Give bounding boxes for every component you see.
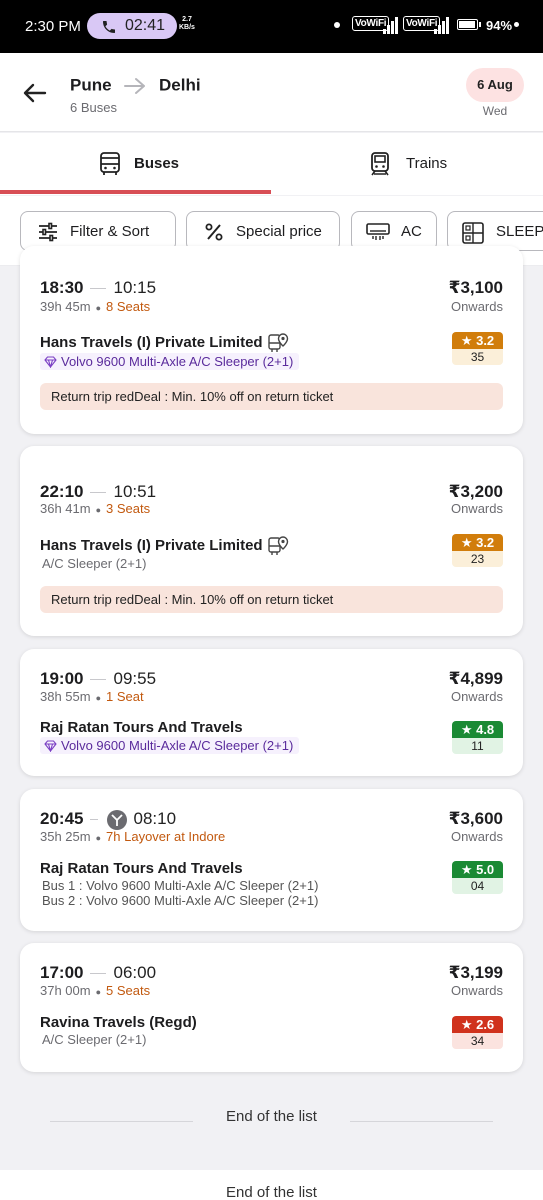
battery-icon xyxy=(457,19,481,30)
onwards-label: Onwards xyxy=(450,829,503,844)
bus-card[interactable]: 20:45 08:10 35h 25m ● 7h Layover at Indore … xyxy=(20,789,523,931)
dot-icon xyxy=(514,22,519,27)
trip-times: 19:00 09:55 xyxy=(40,669,157,688)
trip-times: 20:45 08:10 xyxy=(40,809,177,830)
price: ₹3,199 xyxy=(448,963,503,982)
phone-icon xyxy=(103,21,115,33)
price: ₹3,100 xyxy=(448,278,503,297)
operator-name: Hans Travels (I) Private Limited xyxy=(40,535,289,557)
diamond-icon xyxy=(44,356,57,370)
ac-icon xyxy=(366,223,390,240)
onwards-label: Onwards xyxy=(450,689,503,704)
call-duration: 02:41 xyxy=(125,17,166,34)
trip-times: 17:00 06:00 xyxy=(40,963,157,982)
end-of-list-label: End of the list xyxy=(226,1108,317,1125)
trip-times: 22:10 10:51 xyxy=(40,482,157,501)
chip-label: AC xyxy=(401,223,422,240)
day-label: Wed xyxy=(482,104,508,118)
network-speed: 2.7 KB/s xyxy=(179,16,195,31)
battery-percent: 94% xyxy=(486,18,513,33)
ac-chip[interactable]: AC xyxy=(351,211,437,251)
signal-icon xyxy=(434,16,452,34)
trip-times: 18:30 10:15 xyxy=(40,278,157,297)
price: ₹3,200 xyxy=(448,482,503,501)
bus-type: A/C Sleeper (2+1) xyxy=(42,1032,147,1047)
app-header: Pune Delhi 6 Buses 6 Aug Wed xyxy=(0,53,543,132)
chip-label: Filter & Sort xyxy=(70,223,150,240)
back-arrow-icon[interactable] xyxy=(20,78,50,108)
status-time: 2:30 PM xyxy=(25,18,81,35)
bus-type-premium: Volvo 9600 Multi-Axle A/C Sleeper (2+1) xyxy=(40,353,300,370)
train-icon xyxy=(371,152,389,176)
bus-card[interactable]: 22:10 10:51 36h 41m ● 3 Seats ₹3,200 Onward… xyxy=(20,446,523,636)
deal-banner[interactable]: Return trip redDeal : Min. 10% off on re… xyxy=(40,586,503,613)
divider xyxy=(350,1121,493,1122)
tab-trains[interactable]: Trains xyxy=(271,133,542,195)
bus-count: 6 Buses xyxy=(70,100,117,115)
price: ₹4,899 xyxy=(448,669,503,688)
bus-type: A/C Sleeper (2+1) xyxy=(42,556,147,571)
rating-badge: ★ 3.2 35 xyxy=(452,332,503,365)
deal-banner[interactable]: Return trip redDeal : Min. 10% off on re… xyxy=(40,383,503,410)
sliders-icon xyxy=(39,222,57,242)
price: ₹3,600 xyxy=(448,809,503,828)
layover-icon xyxy=(107,809,128,830)
bus-type-premium: Volvo 9600 Multi-Axle A/C Sleeper (2+1) xyxy=(40,737,300,754)
bottom-overlay: End of the list xyxy=(0,1170,543,1200)
trip-duration: 37h 00m ● 5 Seats xyxy=(40,983,151,998)
live-tracking-icon xyxy=(267,333,288,352)
tab-label: Buses xyxy=(134,155,180,172)
date-selector[interactable]: 6 Aug xyxy=(466,68,524,102)
filter-sort-chip[interactable]: Filter & Sort xyxy=(20,211,176,251)
rating-badge: ★ 4.8 11 xyxy=(452,721,503,754)
onwards-label: Onwards xyxy=(450,501,503,516)
percent-icon xyxy=(205,223,223,241)
bus-card[interactable]: 17:00 06:00 37h 00m ● 5 Seats ₹3,199 Onward… xyxy=(20,943,523,1072)
ongoing-call-pill[interactable]: 02:41 xyxy=(87,13,177,39)
operator-name: Hans Travels (I) Private Limited xyxy=(40,332,289,354)
trip-duration: 36h 41m ● 3 Seats xyxy=(40,501,151,516)
trip-duration: 39h 45m ● 8 Seats xyxy=(40,299,151,314)
status-bar: 2:30 PM 02:41 2.7 KB/s VoWiFi VoWiFi 94% xyxy=(0,0,543,53)
bus-leg: Bus 1 : Volvo 9600 Multi-Axle A/C Sleepe… xyxy=(42,878,319,893)
tab-label: Trains xyxy=(406,155,448,172)
bus-card[interactable]: 18:30 10:15 39h 45m ● 8 Seats ₹3,100 Onward… xyxy=(20,246,523,434)
route-title[interactable]: Pune Delhi xyxy=(70,75,201,96)
live-tracking-icon xyxy=(267,536,288,555)
rating-badge: ★ 2.6 34 xyxy=(452,1016,503,1049)
right-arrow-icon xyxy=(124,77,146,94)
sleeper-chip[interactable]: SLEEPER xyxy=(447,211,543,251)
signal-icon xyxy=(383,16,401,34)
operator-name: Raj Ratan Tours And Travels xyxy=(40,719,243,736)
operator-name: Raj Ratan Tours And Travels xyxy=(40,860,243,877)
origin-city: Pune xyxy=(70,75,112,95)
mode-tabs: Buses Trains xyxy=(0,133,543,195)
chip-label: Special price xyxy=(236,223,322,240)
bus-leg: Bus 2 : Volvo 9600 Multi-Axle A/C Sleepe… xyxy=(42,893,319,908)
end-of-list-label: End of the list xyxy=(226,1184,317,1200)
rating-badge: ★ 5.0 04 xyxy=(452,861,503,894)
operator-name: Ravina Travels (Regd) xyxy=(40,1014,197,1031)
active-tab-indicator xyxy=(0,190,271,194)
chip-label: SLEEPER xyxy=(496,223,543,240)
tab-buses[interactable]: Buses xyxy=(0,133,271,195)
bus-icon xyxy=(100,152,120,175)
rating-badge: ★ 3.2 23 xyxy=(452,534,503,567)
special-price-chip[interactable]: Special price xyxy=(186,211,340,251)
bus-card[interactable]: 19:00 09:55 38h 55m ● 1 Seat ₹4,899 Onwards… xyxy=(20,649,523,776)
onwards-label: Onwards xyxy=(450,983,503,998)
trip-duration: 35h 25m ● 7h Layover at Indore xyxy=(40,829,226,844)
sleeper-icon xyxy=(462,222,484,244)
notification-dot-icon xyxy=(334,22,340,28)
destination-city: Delhi xyxy=(159,75,201,95)
onwards-label: Onwards xyxy=(450,299,503,314)
trip-duration: 38h 55m ● 1 Seat xyxy=(40,689,144,704)
diamond-icon xyxy=(44,740,57,754)
